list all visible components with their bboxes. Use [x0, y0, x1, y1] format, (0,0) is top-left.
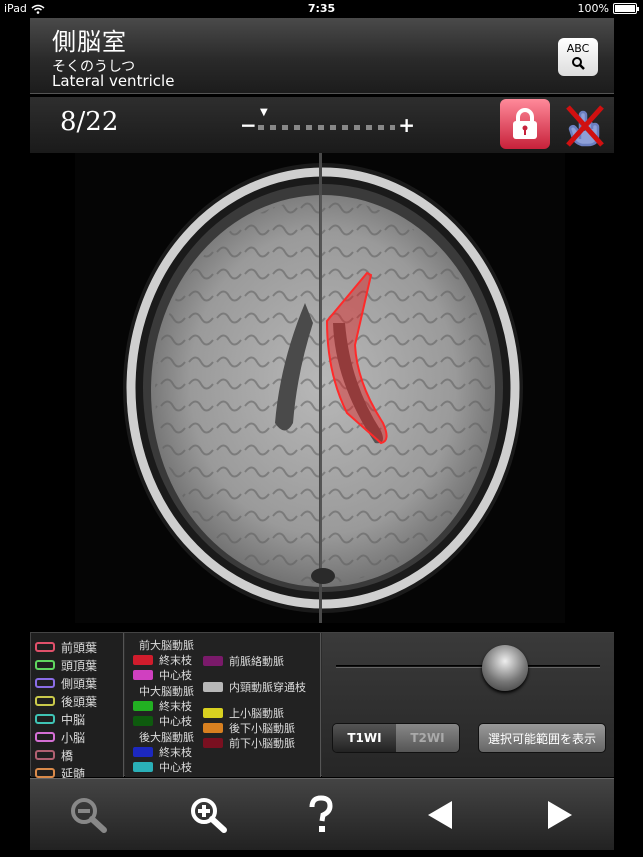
battery-icon	[613, 3, 639, 14]
swatch-pca-terminal	[133, 747, 153, 757]
battery-percent: 100%	[577, 2, 609, 15]
next-slice-button[interactable]	[534, 793, 584, 837]
aca-header: 前大脳動脈	[139, 639, 194, 652]
region-legend-item: 橋	[31, 746, 123, 764]
zoom-in-icon	[191, 798, 227, 833]
abc-label: ABC	[566, 42, 590, 55]
header: 側脳室 そくのうしつ Lateral ventricle ABC	[30, 18, 614, 94]
zoom-out-button[interactable]	[65, 793, 115, 837]
legend-aica: 前下小脳動脈	[203, 735, 295, 751]
legend-pca-terminal: 終末枝	[133, 744, 192, 760]
lock-icon	[513, 108, 537, 139]
region-swatch	[35, 660, 55, 670]
region-legend-item: 側頭葉	[31, 674, 123, 692]
t2wi-button[interactable]: T2WI	[396, 724, 459, 752]
triangle-right-icon	[548, 801, 572, 829]
region-label: 頭頂葉	[61, 658, 98, 673]
region-label: 前頭葉	[61, 640, 98, 655]
hand-crossed-icon	[566, 105, 604, 147]
region-label: 小脳	[61, 730, 86, 745]
sequence-toggle[interactable]: T1WI T2WI	[332, 723, 460, 753]
zoom-out-icon	[71, 798, 107, 833]
region-swatch	[35, 642, 55, 652]
legend-mca-central: 中心枝	[133, 713, 192, 729]
swatch-superior-cerebellar	[203, 708, 223, 718]
region-legend-item: 小脳	[31, 728, 123, 746]
zoom-plus-icon: +	[398, 113, 415, 137]
structure-title-jp: 側脳室	[52, 28, 127, 56]
region-swatch	[35, 750, 55, 760]
swatch-mca-central	[133, 716, 153, 726]
mri-viewer[interactable]	[75, 153, 565, 623]
artery-legend: 前大脳動脈 終末枝 中心枝 中大脳動脈 終末枝 中心枝 後大脳動脈 終末枝 中心…	[125, 633, 321, 777]
swatch-aica	[203, 738, 223, 748]
opacity-slider-knob[interactable]	[482, 645, 528, 691]
zoom-minus-icon: −	[240, 113, 257, 137]
structure-title-en: Lateral ventricle	[52, 72, 175, 90]
region-legend-item: 頭頂葉	[31, 656, 123, 674]
swatch-mca-terminal	[133, 701, 153, 711]
bottom-toolbar	[30, 778, 614, 850]
legend-anterior-choroidal: 前脈絡動脈	[203, 653, 284, 669]
slice-bar: 8/22 ▼ − +	[30, 97, 614, 153]
legend-panel: 前頭葉 頭頂葉 側頭葉 後頭葉 中脳 小脳橋延髄 前大脳動脈 終末枝 中心枝 中大脳動脈 …	[30, 632, 614, 781]
region-swatch	[35, 768, 55, 778]
legend-ica-perforators: 内頸動脈穿通枝	[203, 679, 306, 695]
dictionary-search-button[interactable]: ABC	[558, 38, 598, 76]
zoom-track	[258, 125, 395, 130]
legend-superior-cerebellar: 上小脳動脈	[203, 705, 284, 721]
region-legend-item: 中脳	[31, 710, 123, 728]
zoom-in-button[interactable]	[185, 793, 235, 837]
slice-counter: 8/22	[60, 107, 119, 137]
region-swatch	[35, 696, 55, 706]
legend-aca-central: 中心枝	[133, 667, 192, 683]
legend-pca-central: 中心枝	[133, 759, 192, 775]
mca-header: 中大脳動脈	[139, 685, 194, 698]
help-button[interactable]	[296, 793, 346, 837]
region-label: 後頭葉	[61, 694, 98, 709]
pca-header: 後大脳動脈	[139, 731, 194, 744]
legend-mca-terminal: 終末枝	[133, 698, 192, 714]
region-swatch	[35, 714, 55, 724]
view-controls: T1WI T2WI 選択可能範囲を表示	[322, 633, 614, 777]
help-icon	[309, 795, 333, 832]
region-legend-item: 後頭葉	[31, 692, 123, 710]
legend-aca-terminal: 終末枝	[133, 652, 192, 668]
region-swatch	[35, 678, 55, 688]
swatch-aca-central	[133, 670, 153, 680]
swatch-ica-perforators	[203, 682, 223, 692]
zoom-scale[interactable]: ▼ − +	[240, 107, 415, 143]
triangle-left-icon	[428, 801, 452, 829]
brain-mri-image	[123, 153, 523, 623]
region-legend-item: 前頭葉	[31, 638, 123, 656]
region-label: 側頭葉	[61, 676, 98, 691]
swatch-pica	[203, 723, 223, 733]
legend-pica: 後下小脳動脈	[203, 720, 295, 736]
zoom-marker-icon[interactable]: ▼	[260, 107, 268, 118]
swatch-pca-central	[133, 762, 153, 772]
clock: 7:35	[307, 2, 336, 15]
opacity-slider-track[interactable]	[336, 665, 600, 668]
region-label: 橋	[61, 748, 74, 763]
show-selectable-range-button[interactable]: 選択可能範囲を表示	[478, 723, 606, 753]
swatch-anterior-choroidal	[203, 656, 223, 666]
region-legend: 前頭葉 頭頂葉 側頭葉 後頭葉 中脳 小脳橋延髄	[31, 633, 124, 781]
lock-button[interactable]	[500, 99, 550, 149]
search-icon	[572, 57, 585, 70]
region-label: 中脳	[61, 712, 86, 727]
region-swatch	[35, 732, 55, 742]
previous-slice-button[interactable]	[416, 793, 466, 837]
swatch-aca-terminal	[133, 655, 153, 665]
t1wi-button[interactable]: T1WI	[333, 724, 396, 752]
touch-disable-button[interactable]	[560, 99, 608, 149]
status-bar: iPad 7:35 100%	[0, 0, 643, 18]
